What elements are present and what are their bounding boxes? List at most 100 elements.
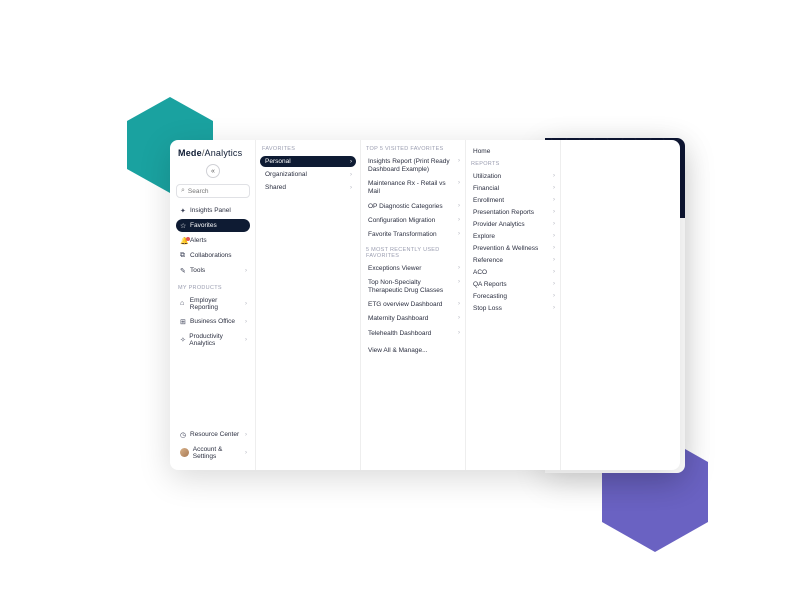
- chevron-right-icon: ›: [553, 305, 555, 311]
- favorite-item[interactable]: Maintenance Rx - Retail vs Mail ›: [364, 178, 462, 198]
- chevron-right-icon: ›: [245, 337, 247, 343]
- report-item-label: Presentation Reports: [473, 209, 534, 216]
- sidebar-item-label: Resource Center: [190, 431, 239, 438]
- favorite-item-label: Top Non-Specialty Therapeutic Drug Class…: [368, 279, 443, 294]
- report-item[interactable]: Utilization›: [469, 171, 557, 182]
- top-favorites-heading: TOP 5 VISITED FAVORITES: [366, 146, 462, 152]
- chevron-right-icon: ›: [458, 203, 460, 211]
- report-item[interactable]: Stop Loss ›: [469, 303, 557, 314]
- report-item[interactable]: Presentation Reports ›: [469, 207, 557, 218]
- search-input[interactable]: ⌕: [176, 184, 250, 198]
- chevron-right-icon: ›: [245, 432, 247, 438]
- report-item[interactable]: Explore ›: [469, 231, 557, 242]
- sidebar-item-account-settings[interactable]: Account & Settings ›: [176, 443, 250, 462]
- report-item-label: Reference: [473, 257, 503, 264]
- favorite-item-label: ETG overview Dashboard: [368, 301, 442, 308]
- favorite-item[interactable]: Telehealth Dashboard ›: [364, 328, 462, 340]
- search-field[interactable]: [188, 188, 245, 195]
- favorite-item[interactable]: ETG overview Dashboard›: [364, 299, 462, 311]
- favorites-tab-organizational[interactable]: Organizational ›: [260, 169, 356, 180]
- chevron-left-double-icon: «: [211, 168, 215, 175]
- report-item-label: Financial: [473, 185, 499, 192]
- favorite-item[interactable]: OP Diagnostic Categories›: [364, 201, 462, 213]
- favorites-panel: FAVORITES Personal › Organizational › Sh…: [256, 140, 361, 470]
- briefcase-icon: ⌂: [180, 300, 190, 307]
- sidebar-item-label: Business Office: [190, 318, 235, 325]
- chevron-right-icon: ›: [553, 221, 555, 227]
- view-all-manage-link[interactable]: View All & Manage...: [364, 344, 462, 357]
- sidebar-item-productivity-analytics[interactable]: ✧ Productivity Analytics ›: [176, 330, 250, 349]
- sidebar-item-favorites[interactable]: ☆ Favorites: [176, 219, 250, 232]
- sidebar-item-business-office[interactable]: ⊞ Business Office ›: [176, 315, 250, 328]
- sidebar-item-employer-reporting[interactable]: ⌂ Employer Reporting ›: [176, 294, 250, 313]
- favorites-tab-label: Personal: [265, 158, 291, 165]
- report-item-label: Forecasting: [473, 293, 507, 300]
- sidebar-item-label: Employer Reporting: [190, 297, 246, 311]
- section-label-my-products: MY PRODUCTS: [178, 285, 250, 291]
- chevron-right-icon: ›: [458, 330, 460, 338]
- report-item[interactable]: ACO›: [469, 267, 557, 278]
- sidebar-item-resource-center[interactable]: ◷ Resource Center ›: [176, 428, 250, 441]
- chevron-right-icon: ›: [245, 301, 247, 307]
- chevron-right-icon: ›: [553, 281, 555, 287]
- report-item[interactable]: Forecasting ›: [469, 291, 557, 302]
- chevron-right-icon: ›: [553, 185, 555, 191]
- office-icon: ⊞: [180, 318, 190, 326]
- report-item[interactable]: Provider Analytics›: [469, 219, 557, 230]
- favorite-item[interactable]: Exceptions Viewer›: [364, 263, 462, 275]
- report-item[interactable]: Reference ›: [469, 255, 557, 266]
- favorite-item-label: Maintenance Rx - Retail vs Mail: [368, 180, 446, 195]
- report-item-label: Stop Loss: [473, 305, 502, 312]
- report-item-label: Explore: [473, 233, 495, 240]
- report-item[interactable]: Enrollment›: [469, 195, 557, 206]
- chevron-right-icon: ›: [350, 159, 352, 165]
- chevron-right-icon: ›: [458, 158, 460, 166]
- sidebar-item-alerts[interactable]: 🔔 Alerts: [176, 234, 250, 247]
- chevron-right-icon: ›: [553, 293, 555, 299]
- chevron-right-icon: ›: [458, 315, 460, 323]
- sidebar: Mede/Analytics « ⌕ ✦ Insights Panel ☆ Fa…: [170, 140, 256, 470]
- report-item[interactable]: QA Reports ›: [469, 279, 557, 290]
- favorites-heading: FAVORITES: [262, 146, 356, 152]
- chevron-right-icon: ›: [458, 279, 460, 287]
- favorite-item[interactable]: Favorite Transformation›: [364, 229, 462, 241]
- chevron-right-icon: ›: [553, 233, 555, 239]
- sidebar-item-label: Insights Panel: [190, 207, 231, 214]
- report-item-label: QA Reports: [473, 281, 507, 288]
- sidebar-item-insights-panel[interactable]: ✦ Insights Panel: [176, 204, 250, 217]
- favorite-item[interactable]: Top Non-Specialty Therapeutic Drug Class…: [364, 277, 462, 297]
- tools-icon: ✎: [180, 267, 190, 275]
- search-icon: ⌕: [181, 187, 185, 195]
- star-icon: ☆: [180, 222, 190, 230]
- chevron-right-icon: ›: [350, 172, 352, 178]
- collapse-sidebar-button[interactable]: «: [206, 164, 220, 178]
- sidebar-item-collaborations[interactable]: ⧉ Collaborations: [176, 249, 250, 262]
- sidebar-item-tools[interactable]: ✎ Tools ›: [176, 264, 250, 277]
- bulb-icon: ✦: [180, 207, 190, 215]
- favorite-item-label: Telehealth Dashboard: [368, 330, 431, 337]
- favorites-tab-personal[interactable]: Personal ›: [260, 156, 356, 167]
- chevron-right-icon: ›: [245, 319, 247, 325]
- sidebar-item-label: Favorites: [190, 222, 217, 229]
- chevron-right-icon: ›: [553, 245, 555, 251]
- app-window: Mede/Analytics « ⌕ ✦ Insights Panel ☆ Fa…: [170, 140, 680, 470]
- favorites-tab-label: Shared: [265, 184, 286, 191]
- favorite-item[interactable]: Configuration Migration›: [364, 215, 462, 227]
- chevron-right-icon: ›: [458, 180, 460, 188]
- chevron-right-icon: ›: [553, 257, 555, 263]
- report-item-label: Utilization: [473, 173, 501, 180]
- favorite-item[interactable]: Maternity Dashboard ›: [364, 313, 462, 325]
- chevron-right-icon: ›: [553, 209, 555, 215]
- report-item-label: ACO: [473, 269, 487, 276]
- favorite-item[interactable]: Insights Report (Print Ready Dashboard E…: [364, 156, 462, 176]
- favorite-item-label: Maternity Dashboard: [368, 315, 428, 322]
- favorites-tab-shared[interactable]: Shared ›: [260, 182, 356, 193]
- favorites-tab-label: Organizational: [265, 171, 307, 178]
- chevron-right-icon: ›: [245, 450, 247, 456]
- alert-badge-icon: [186, 237, 190, 241]
- chevron-right-icon: ›: [458, 231, 460, 239]
- report-item[interactable]: Prevention & Wellness›: [469, 243, 557, 254]
- report-item[interactable]: Financial ›: [469, 183, 557, 194]
- home-link[interactable]: Home: [469, 146, 557, 157]
- sidebar-item-label: Collaborations: [190, 252, 232, 259]
